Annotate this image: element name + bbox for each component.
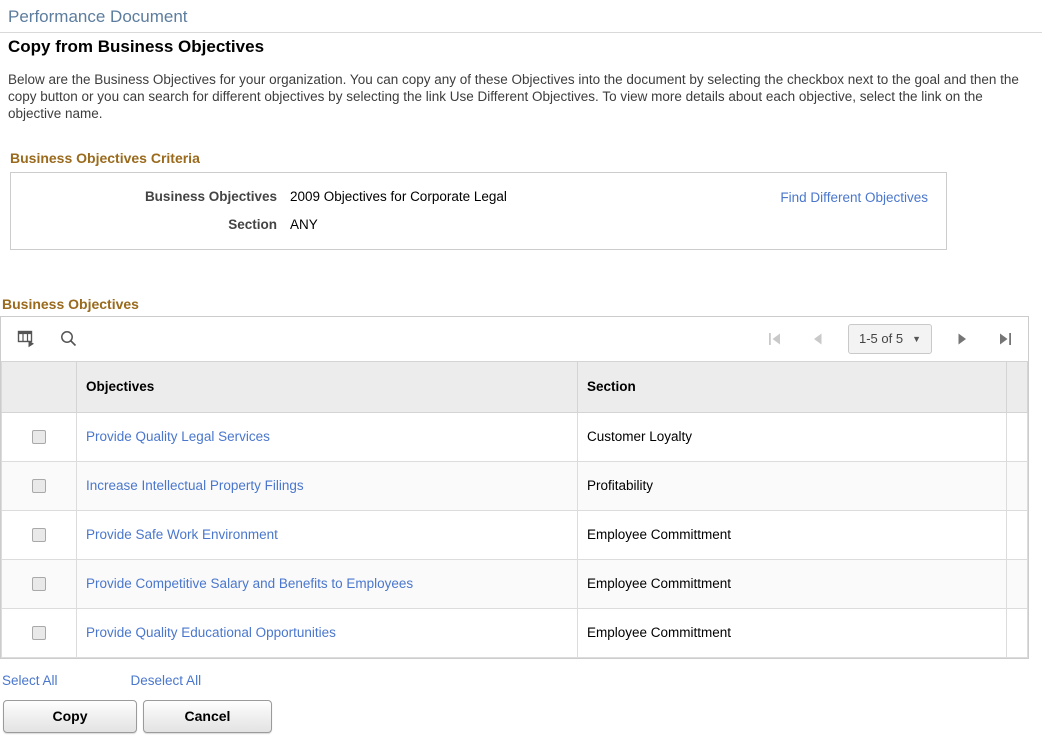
selection-links: Select All Deselect All bbox=[2, 673, 1042, 688]
row-checkbox[interactable] bbox=[32, 577, 46, 591]
select-all-link[interactable]: Select All bbox=[2, 673, 58, 688]
previous-page-icon[interactable] bbox=[808, 330, 826, 348]
section-cell: Profitability bbox=[587, 478, 653, 493]
row-checkbox[interactable] bbox=[32, 528, 46, 542]
objective-link[interactable]: Provide Competitive Salary and Benefits … bbox=[86, 576, 413, 591]
objective-link[interactable]: Increase Intellectual Property Filings bbox=[86, 478, 304, 493]
business-objectives-grid: 1-5 of 5 ▼ Objectives Section bbox=[0, 316, 1029, 659]
first-page-icon[interactable] bbox=[766, 330, 784, 348]
table-header-row: Objectives Section bbox=[2, 361, 1028, 412]
action-buttons: Copy Cancel bbox=[3, 700, 1042, 733]
table-row: Provide Quality Educational Opportunitie… bbox=[2, 608, 1028, 657]
objectives-column-header: Objectives bbox=[77, 361, 578, 412]
title-divider bbox=[0, 32, 1042, 33]
objective-link[interactable]: Provide Quality Educational Opportunitie… bbox=[86, 625, 336, 640]
section-cell: Employee Committment bbox=[587, 527, 731, 542]
grid-pagination: 1-5 of 5 ▼ bbox=[766, 324, 1014, 354]
page-range-dropdown[interactable]: 1-5 of 5 ▼ bbox=[848, 324, 932, 354]
row-checkbox[interactable] bbox=[32, 479, 46, 493]
grid-action-menu-icon[interactable] bbox=[17, 330, 36, 348]
spacer-column-header bbox=[1007, 361, 1028, 412]
copy-button[interactable]: Copy bbox=[3, 700, 137, 733]
section-cell: Employee Committment bbox=[587, 576, 731, 591]
section-cell: Employee Committment bbox=[587, 625, 731, 640]
deselect-all-link[interactable]: Deselect All bbox=[131, 673, 202, 688]
section-cell: Customer Loyalty bbox=[587, 429, 692, 444]
last-page-icon[interactable] bbox=[996, 330, 1014, 348]
business-objectives-link[interactable]: 2009 Objectives for Corporate Legal bbox=[290, 189, 507, 204]
objective-link[interactable]: Provide Quality Legal Services bbox=[86, 429, 270, 444]
criteria-box: Business Objectives 2009 Objectives for … bbox=[10, 172, 947, 250]
find-different-objectives-link[interactable]: Find Different Objectives bbox=[780, 190, 928, 205]
cancel-button[interactable]: Cancel bbox=[143, 700, 272, 733]
objectives-table: Objectives Section Provide Quality Legal… bbox=[1, 361, 1028, 658]
section-field: Section ANY bbox=[27, 217, 928, 232]
table-row: Increase Intellectual Property Filings P… bbox=[2, 461, 1028, 510]
page-title: Copy from Business Objectives bbox=[8, 37, 1042, 57]
section-label: Section bbox=[27, 217, 277, 232]
page-pretitle: Performance Document bbox=[8, 7, 1042, 27]
section-value: ANY bbox=[290, 217, 318, 232]
page-range-label: 1-5 of 5 bbox=[859, 331, 903, 346]
grid-heading: Business Objectives bbox=[2, 296, 1042, 312]
checkbox-column-header bbox=[2, 361, 77, 412]
page-description: Below are the Business Objectives for yo… bbox=[8, 72, 1024, 123]
next-page-icon[interactable] bbox=[954, 330, 972, 348]
row-checkbox[interactable] bbox=[32, 626, 46, 640]
search-icon[interactable] bbox=[60, 330, 77, 347]
table-row: Provide Competitive Salary and Benefits … bbox=[2, 559, 1028, 608]
objective-link[interactable]: Provide Safe Work Environment bbox=[86, 527, 278, 542]
criteria-heading: Business Objectives Criteria bbox=[10, 150, 1042, 166]
row-checkbox[interactable] bbox=[32, 430, 46, 444]
table-row: Provide Safe Work Environment Employee C… bbox=[2, 510, 1028, 559]
table-row: Provide Quality Legal Services Customer … bbox=[2, 412, 1028, 461]
chevron-down-icon: ▼ bbox=[912, 334, 921, 344]
section-column-header: Section bbox=[578, 361, 1007, 412]
grid-toolbar: 1-5 of 5 ▼ bbox=[1, 317, 1028, 361]
business-objectives-label: Business Objectives bbox=[27, 189, 277, 204]
